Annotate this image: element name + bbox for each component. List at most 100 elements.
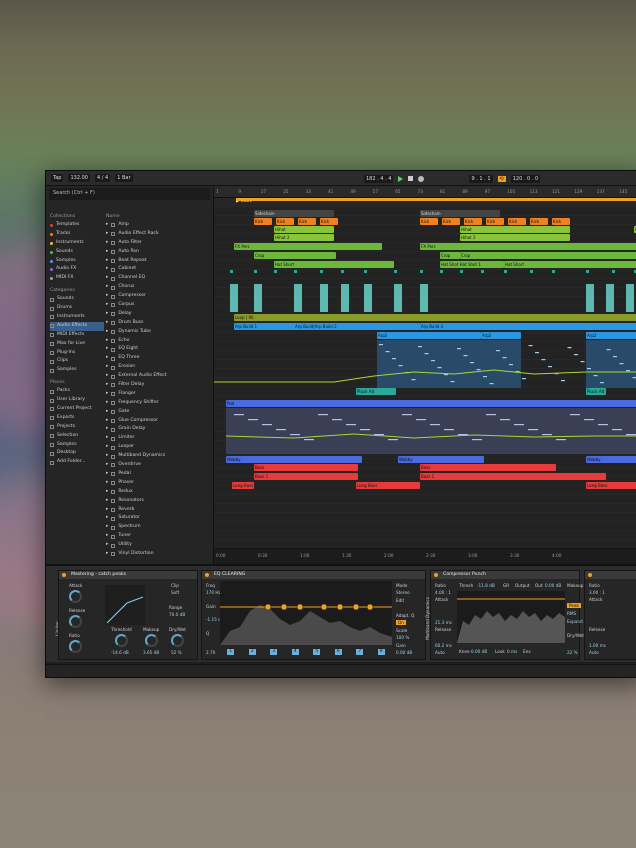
eq-spectrum-display[interactable] (220, 581, 392, 645)
comp2-release-value[interactable]: 1.00 ms (589, 643, 606, 648)
place-item[interactable]: User Library (50, 396, 104, 405)
effect-item[interactable]: ▸ Spectrum (106, 523, 211, 532)
eq-output-gain-value[interactable]: 0.00 dB (396, 650, 412, 655)
loop-toggle-icon[interactable]: ⟲ (497, 175, 506, 182)
clip[interactable]: Hat Short (504, 261, 636, 268)
comp-thresh-value[interactable]: -11.8 dB (477, 583, 495, 588)
comp-out-value[interactable]: 0.00 dB (545, 583, 561, 588)
mastering-range-value[interactable]: 70.0 dB (169, 612, 185, 617)
category-item[interactable]: Instruments (50, 313, 104, 322)
effect-item[interactable]: ▸ Utility (106, 541, 211, 550)
clip[interactable]: Hihat (460, 226, 570, 233)
effect-item[interactable]: ▸ Delay (106, 310, 211, 319)
compressor-title[interactable]: Compressor Punch (431, 571, 579, 579)
eq-band-button[interactable]: 4 (291, 649, 299, 655)
effect-item[interactable]: ▸ Corpus (106, 301, 211, 310)
name-column-header[interactable]: Name (106, 214, 211, 221)
place-item[interactable]: Add Folder... (50, 458, 104, 467)
effect-item[interactable]: ▸ Limiter (106, 434, 211, 443)
clip[interactable]: Kick (254, 218, 272, 225)
clip[interactable]: Wobby (586, 456, 636, 463)
clip[interactable]: Kick (442, 218, 460, 225)
clip[interactable]: Bass 1 (420, 473, 606, 480)
comp-peak-button[interactable]: Peak (567, 603, 581, 608)
effect-item[interactable]: ▸ Overdrive (106, 461, 211, 470)
clip[interactable]: Kick (276, 218, 294, 225)
effect-item[interactable]: ▸ Amp (106, 221, 211, 230)
category-item[interactable]: Clips (50, 357, 104, 366)
comp2-ratio-value[interactable]: 3.00 : 1 (589, 590, 605, 595)
place-item[interactable]: Samples (50, 441, 104, 450)
comp-ratio-value[interactable]: 4.00 : 1 (435, 590, 451, 595)
collection-item[interactable]: Instruments (50, 239, 104, 248)
effect-item[interactable]: ▸ Filter Delay (106, 381, 211, 390)
clip[interactable]: Wobby (226, 456, 362, 463)
effect-item[interactable]: ▸ Auto Filter (106, 239, 211, 248)
mastering-drywet-knob[interactable] (171, 634, 184, 647)
effect-item[interactable]: ▸ Erosion (106, 363, 211, 372)
mastering-ratio-knob[interactable] (69, 640, 82, 653)
clip[interactable]: Hihat 2 (460, 234, 570, 241)
comp2-auto-toggle[interactable]: Auto (589, 650, 599, 655)
tap-button[interactable]: Tap (51, 174, 64, 182)
mastering-release-knob[interactable] (69, 615, 82, 628)
clip[interactable]: Arp Build|Arp Build 2 (294, 323, 420, 330)
clip[interactable]: FX Perc (234, 243, 382, 250)
eq-band-button[interactable]: 7 (356, 649, 364, 655)
effect-item[interactable]: ▸ Drum Buss (106, 319, 211, 328)
effect-item[interactable]: ▸ Channel EQ (106, 274, 211, 283)
effect-item[interactable]: ▸ Cabinet (106, 265, 211, 274)
comp-attack-value[interactable]: 21.3 ms (435, 620, 452, 625)
effect-item[interactable]: ▸ Auto Pan (106, 248, 211, 257)
eq-q-value[interactable]: 2.70 (206, 650, 215, 655)
place-item[interactable]: Packs (50, 387, 104, 396)
mastering-attack-knob[interactable] (69, 590, 82, 603)
effect-item[interactable]: ▸ Vinyl Distortion (106, 550, 211, 559)
loop-brace[interactable] (236, 198, 636, 201)
collection-item[interactable]: Tracks (50, 230, 104, 239)
clip[interactable]: Long Bass (586, 482, 636, 489)
clip[interactable]: Kick (552, 218, 570, 225)
effect-item[interactable]: ▸ Grain Delay (106, 425, 211, 434)
loop-length[interactable]: 120 . 0 . 0 (510, 174, 541, 183)
loop-start[interactable]: 9 . 1 . 1 (469, 174, 493, 183)
place-item[interactable]: Current Project (50, 405, 104, 414)
place-item[interactable]: Projects (50, 423, 104, 432)
clip[interactable]: Bass 1 (254, 473, 358, 480)
effect-item[interactable]: ▸ Dynamic Tube (106, 328, 211, 337)
category-item[interactable]: Audio Effects (50, 321, 104, 331)
clip[interactable]: Arp2 (481, 332, 521, 339)
collection-item[interactable]: MIDI FX (50, 274, 104, 283)
effect-item[interactable]: ▸ Phaser (106, 479, 211, 488)
effect-item[interactable]: ▸ Beat Repeat (106, 257, 211, 266)
clip[interactable]: Pad (226, 400, 636, 407)
effect-item[interactable]: ▸ Audio Effect Rack (106, 230, 211, 239)
eq-band-button[interactable]: 5 (313, 649, 321, 655)
effect-item[interactable]: ▸ Reverb (106, 506, 211, 515)
effect-item[interactable]: ▸ Redux (106, 488, 211, 497)
eq-band-button[interactable]: 1 (227, 649, 235, 655)
collection-item[interactable]: Templates (50, 221, 104, 230)
eq-mode-value[interactable]: Stereo (396, 590, 410, 595)
compressor2-title[interactable] (585, 571, 636, 579)
collection-item[interactable]: Samples (50, 257, 104, 266)
eq-band-button[interactable]: 6 (334, 649, 342, 655)
eq-band-button[interactable]: 2 (248, 649, 256, 655)
comp-release-value[interactable]: 60.2 ms (435, 643, 452, 648)
clip[interactable]: Long Bass (356, 482, 420, 489)
clip[interactable]: Hihat (274, 226, 334, 233)
mastering-soft-toggle[interactable]: Soft (171, 590, 179, 595)
eq-band-button[interactable]: 8 (377, 649, 385, 655)
eq-scale-value[interactable]: 100 % (396, 635, 409, 640)
place-item[interactable]: Exports (50, 414, 104, 423)
effect-item[interactable]: ▸ Resonators (106, 497, 211, 506)
clip[interactable]: Sidechain (254, 210, 334, 217)
effect-item[interactable]: ▸ Looper (106, 443, 211, 452)
clip[interactable]: Bass (254, 464, 358, 471)
clip[interactable]: Arp2 (377, 332, 481, 339)
clip[interactable]: Kick (530, 218, 548, 225)
comp-drywet-value[interactable]: 22 % (567, 650, 578, 655)
clip[interactable]: Wobby (398, 456, 484, 463)
effect-item[interactable]: ▸ Saturator (106, 514, 211, 523)
quantize-select[interactable]: 1 Bar (115, 174, 133, 182)
